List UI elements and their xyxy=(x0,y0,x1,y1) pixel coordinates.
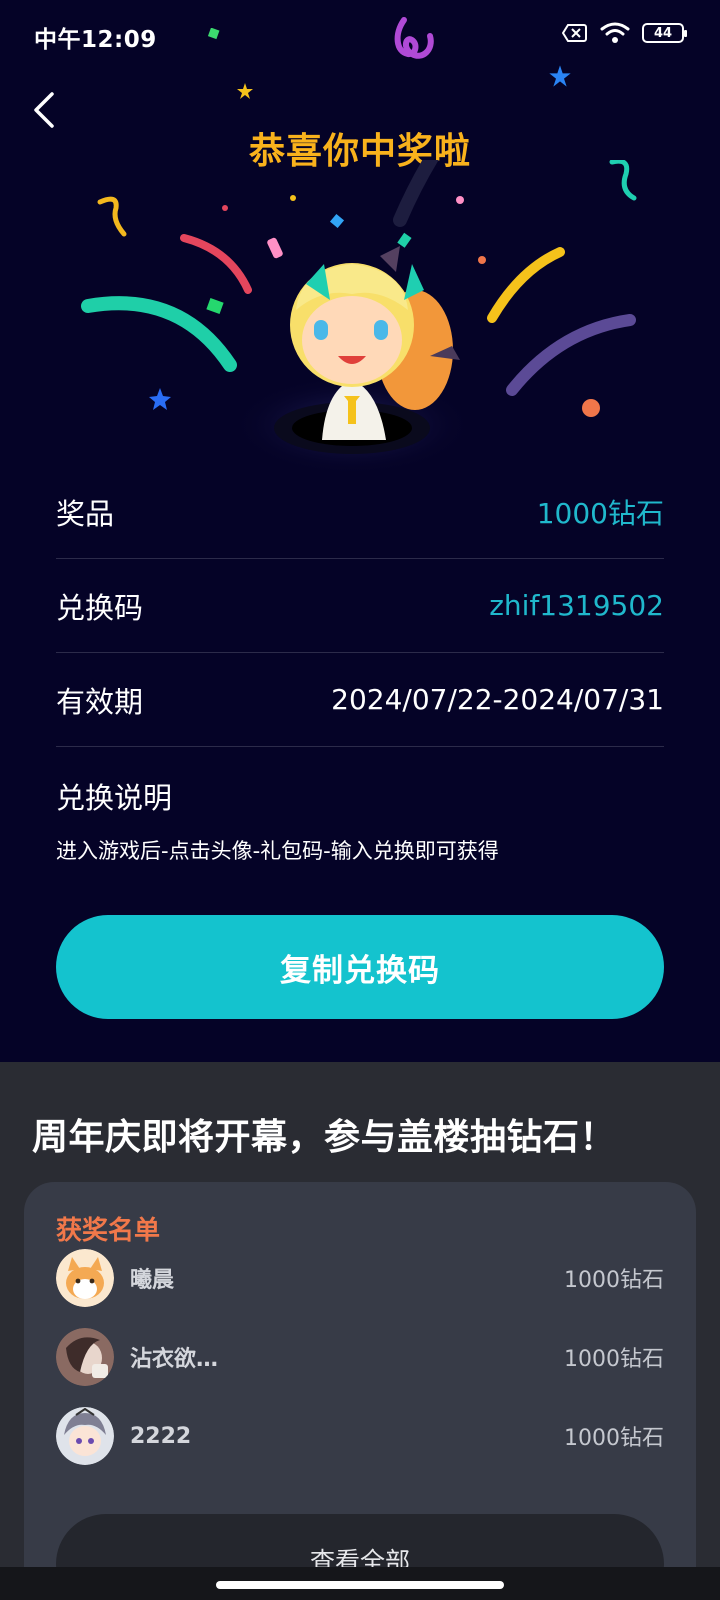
battery-icon: 44 xyxy=(642,23,687,43)
avatar xyxy=(56,1249,114,1307)
prize-row: 奖品 1000钻石 xyxy=(56,465,664,559)
redeem-code-value[interactable]: zhif1319502 xyxy=(489,589,664,622)
winner-name: 曦晨 xyxy=(130,1268,175,1293)
avatar xyxy=(56,1407,114,1465)
data-off-icon xyxy=(562,24,587,42)
prize-label: 奖品 xyxy=(56,496,115,531)
winners-title: 获奖名单 xyxy=(56,1216,161,1246)
battery-level: 44 xyxy=(653,25,673,41)
app-logo-icon xyxy=(394,17,434,59)
validity-label: 有效期 xyxy=(56,684,144,719)
validity-value: 2024/07/22-2024/07/31 xyxy=(331,683,664,716)
winner-prize: 1000钻石 xyxy=(564,1347,664,1372)
code-row: 兑换码 zhif1319502 xyxy=(56,559,664,653)
prize-result-panel: 中午12:09 44 恭喜你中奖啦 奖品 1000钻石 兑换码 zhif1319… xyxy=(0,0,720,1062)
wifi-icon xyxy=(600,22,630,43)
confetti-decoration-icon xyxy=(208,28,220,40)
winner-name: 2222 xyxy=(130,1423,192,1449)
instructions-text: 进入游戏后-点击头像-礼包码-输入兑换即可获得 xyxy=(56,839,499,863)
home-indicator[interactable] xyxy=(216,1581,504,1589)
winner-name: 沾衣欲… xyxy=(130,1347,219,1372)
winner-prize: 1000钻石 xyxy=(564,1268,664,1293)
promo-title[interactable]: 周年庆即将开幕，参与盖楼抽钻石！ xyxy=(32,1108,616,1160)
validity-row: 有效期 2024/07/22-2024/07/31 xyxy=(56,653,664,747)
instructions-label: 兑换说明 xyxy=(56,781,173,815)
navigation-bar xyxy=(0,1567,720,1600)
code-label: 兑换码 xyxy=(56,590,144,625)
prize-details: 奖品 1000钻石 兑换码 zhif1319502 有效期 2024/07/22… xyxy=(56,465,664,865)
winners-card: 获奖名单 曦晨 1000钻石 沾衣欲… 1000钻石 2222 1000钻石 查… xyxy=(24,1182,696,1600)
celebration-illustration xyxy=(81,160,637,475)
list-item[interactable]: 沾衣欲… 1000钻石 xyxy=(56,1327,664,1387)
status-icons: 44 xyxy=(562,22,687,44)
winner-prize: 1000钻石 xyxy=(564,1426,664,1451)
avatar xyxy=(56,1328,114,1386)
instructions-row: 兑换说明 进入游戏后-点击头像-礼包码-输入兑换即可获得 xyxy=(56,747,664,865)
status-time: 中午12:09 xyxy=(34,27,157,53)
star-decoration-icon xyxy=(549,65,571,87)
list-item[interactable]: 曦晨 1000钻石 xyxy=(56,1248,664,1308)
status-bar: 中午12:09 44 xyxy=(0,0,720,70)
copy-code-button[interactable]: 复制兑换码 xyxy=(56,915,664,1019)
prize-value: 1000钻石 xyxy=(536,496,664,530)
star-decoration-icon xyxy=(237,83,253,99)
list-item[interactable]: 2222 1000钻石 xyxy=(56,1406,664,1466)
